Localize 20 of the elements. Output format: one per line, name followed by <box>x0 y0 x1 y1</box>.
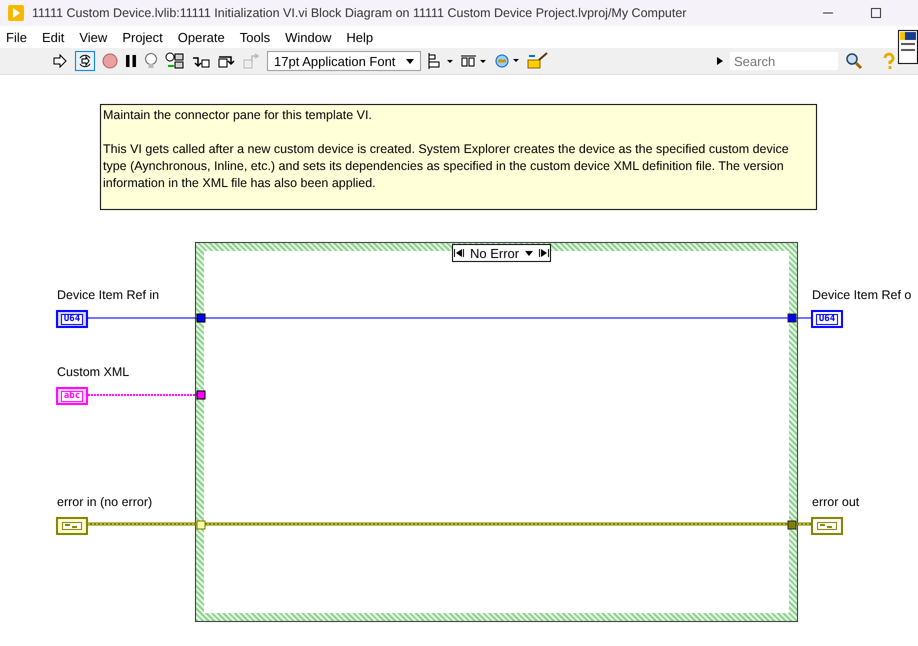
comment-paragraph: Maintain the connector pane for this template VI. <box>103 107 373 124</box>
font-dropdown[interactable]: 17pt Application Font <box>267 51 421 71</box>
menu-item[interactable]: View <box>79 30 114 44</box>
terminal-label: Device Item Ref o <box>812 288 912 302</box>
menu-item[interactable]: Edit <box>42 30 72 44</box>
menu-item[interactable]: Tools <box>240 30 278 44</box>
search-field[interactable]: Search <box>730 52 838 70</box>
case-selector-label: No Error <box>470 246 520 260</box>
menu-item[interactable]: File <box>6 30 34 44</box>
case-selector[interactable]: No Error <box>452 244 552 262</box>
menu-item[interactable]: Project <box>122 30 170 44</box>
menu-item[interactable]: Help <box>346 30 380 44</box>
terminal-label: error in (no error) <box>57 495 152 509</box>
window-title: 11111 Custom Device.lvlib:11111 Initialization VI.vi Block Diagram on 11111 Custom Device Project.lvproj/My Computer <box>32 6 688 20</box>
terminal-label: Custom XML <box>57 365 130 379</box>
menu-item[interactable]: Operate <box>178 30 232 44</box>
terminal-label: error out <box>812 495 860 509</box>
menu-item[interactable]: Window <box>285 30 338 44</box>
comment-paragraph: This VI gets called after a new custom device is created. System Explorer creates the device as the specified custom device type (Aynchronous, Inline, etc.) and sets its dependencies as specified in the custom device XML definition file. The version information in the XML file has also been applied. <box>103 141 790 192</box>
terminal-label: Device Item Ref in <box>57 288 160 302</box>
